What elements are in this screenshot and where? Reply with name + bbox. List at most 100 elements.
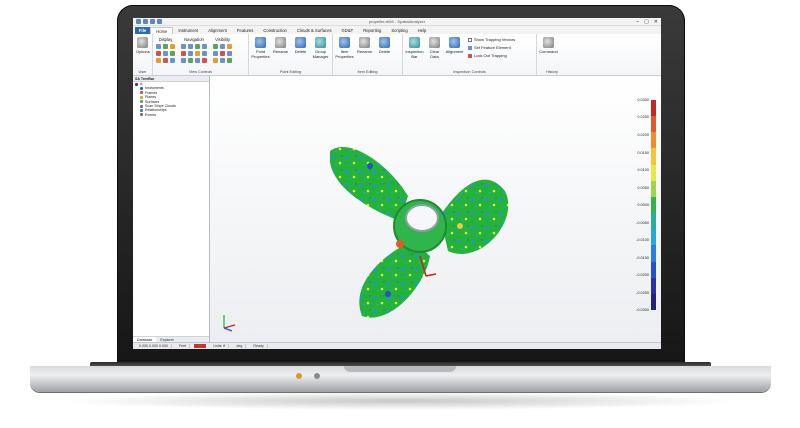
- options-button[interactable]: Options: [136, 37, 150, 55]
- visibility-tool-icon[interactable]: [213, 58, 218, 63]
- navigation-tool-icon[interactable]: [188, 58, 193, 63]
- minimize-icon[interactable]: –: [636, 19, 639, 25]
- color-scale-swatch: [651, 180, 656, 197]
- tab-alignment[interactable]: Alignment: [203, 27, 232, 34]
- visibility-tool-icon[interactable]: [213, 44, 218, 49]
- display-tool-icon[interactable]: [156, 44, 161, 49]
- tab-instrument[interactable]: Instrument: [173, 27, 203, 34]
- visibility-tool-icon[interactable]: [227, 44, 232, 49]
- item-delete-button[interactable]: Delete: [376, 37, 393, 55]
- lock-out-trapping-button[interactable]: Lock Out Trapping: [468, 53, 515, 58]
- navigation-tool-icon[interactable]: [188, 44, 193, 49]
- title-bar: propeller.xit64 - SpatialAnalyzer – ▢ ✕: [133, 18, 661, 26]
- navigation-tool-icon[interactable]: [181, 44, 186, 49]
- point-delete-button[interactable]: Delete: [292, 37, 309, 55]
- alignment-button[interactable]: Alignment: [446, 37, 463, 55]
- color-scale-label: -0.0100: [636, 237, 649, 242]
- tab-clouds-surfaces[interactable]: Clouds & Surfaces: [292, 27, 337, 34]
- tab-home[interactable]: Home: [150, 27, 174, 34]
- status-warning-indicator: [194, 344, 207, 348]
- group-label-history: History: [546, 70, 558, 74]
- tab-scripting[interactable]: Scripting: [386, 27, 412, 34]
- tree-item-icon: [140, 87, 143, 91]
- propeller-deviation-map: [330, 147, 509, 318]
- item-rename-label: Rename: [356, 49, 373, 54]
- tree-item-icon: [140, 100, 143, 104]
- set-feature-element-button[interactable]: Set Feature Element: [468, 45, 515, 50]
- navigation-tool-icon[interactable]: [202, 51, 207, 56]
- tab-help[interactable]: Help: [413, 27, 432, 34]
- tree-item-icon: [140, 109, 143, 113]
- navigation-tools: Navigation: [181, 37, 207, 63]
- show-trapping-vectors-checkbox[interactable]: Show Trapping Vectors: [468, 37, 515, 42]
- point-properties-button[interactable]: Point Properties: [251, 37, 270, 59]
- status-units: Feet: [176, 344, 191, 348]
- tab-construction[interactable]: Construction: [258, 27, 292, 34]
- display-tool-icon[interactable]: [170, 44, 175, 49]
- maximize-icon[interactable]: ▢: [644, 19, 649, 25]
- navigation-tool-icon[interactable]: [195, 44, 200, 49]
- alignment-label: Alignment: [445, 49, 464, 54]
- checkbox-icon: [468, 37, 472, 42]
- ribbon: Options User Display Navigation Visibili…: [133, 34, 661, 76]
- display-tool-icon[interactable]: [156, 58, 161, 63]
- navigation-tool-icon[interactable]: [202, 44, 207, 49]
- alignment-icon: [449, 37, 460, 48]
- tree-item[interactable]: Events: [133, 113, 209, 117]
- navigation-tool-icon[interactable]: [195, 51, 200, 56]
- navigation-tool-icon[interactable]: [181, 58, 186, 63]
- display-tool-icon[interactable]: [163, 58, 168, 63]
- display-tool-icon[interactable]: [163, 51, 168, 56]
- group-point-editing: Point Properties Rename Delete Group Man…: [249, 34, 333, 75]
- navigation-tool-icon[interactable]: [188, 51, 193, 56]
- color-scale-swatch: [651, 132, 656, 149]
- visibility-tool-icon[interactable]: [220, 44, 225, 49]
- color-scale-label: 0.0000: [637, 203, 649, 207]
- navigation-tool-icon[interactable]: [181, 51, 186, 56]
- color-scale-label: -0.0050: [636, 220, 649, 225]
- tab-features[interactable]: Features: [232, 27, 259, 34]
- ribbon-tabs: File Home Instrument Alignment Features …: [133, 26, 661, 34]
- visibility-label: Visibility: [214, 37, 231, 42]
- display-tool-icon[interactable]: [156, 51, 161, 56]
- inspection-bar-button[interactable]: Inspection Bar: [405, 37, 424, 59]
- visibility-tool-icon[interactable]: [213, 51, 218, 56]
- power-led: [296, 373, 302, 379]
- command-button[interactable]: Command: [539, 37, 558, 55]
- item-rename-button[interactable]: Rename: [356, 37, 373, 55]
- display-tool-icon[interactable]: [170, 58, 175, 63]
- close-icon[interactable]: ✕: [654, 19, 658, 25]
- tab-reporting[interactable]: Reporting: [358, 27, 386, 34]
- tree-bar: SA TreeBar A Instruments Frames Planes Surfa…: [133, 76, 210, 342]
- group-manager-button[interactable]: Group Manager: [312, 37, 329, 59]
- tree-items: A Instruments Frames Planes Surfaces Scan Str…: [133, 82, 209, 117]
- inspection-bar-label: Inspection Bar: [405, 49, 424, 59]
- item-delete-label: Delete: [378, 49, 391, 54]
- window-title: propeller.xit64 - SpatialAnalyzer: [368, 19, 426, 24]
- visibility-tool-icon[interactable]: [220, 58, 225, 63]
- color-scale-swatch: [651, 277, 656, 294]
- tree-item-label: A: [140, 82, 143, 86]
- visibility-tool-icon[interactable]: [220, 51, 225, 56]
- display-tools: Display: [156, 37, 175, 63]
- navigation-tool-icon[interactable]: [202, 58, 207, 63]
- visibility-tool-icon[interactable]: [227, 51, 232, 56]
- tab-gdt[interactable]: GD&T: [337, 27, 359, 34]
- display-tool-icon[interactable]: [170, 51, 175, 56]
- point-rename-button[interactable]: Rename: [272, 37, 289, 55]
- delete-icon: [295, 37, 306, 48]
- item-properties-button[interactable]: Item Properties: [335, 37, 354, 59]
- 3d-viewport[interactable]: 0.0300 0.0250 0.0200 0.0150 0.0100 0.0050 0.00…: [210, 76, 661, 342]
- tab-file[interactable]: File: [135, 27, 151, 34]
- display-tool-icon[interactable]: [163, 44, 168, 49]
- clear-data-label: Clear Data: [429, 49, 440, 59]
- visibility-tool-icon[interactable]: [227, 58, 232, 63]
- clear-data-button[interactable]: Clear Data: [426, 37, 443, 59]
- set-feature-element-icon: [468, 45, 472, 50]
- color-scale-labels: 0.0300 0.0250 0.0200 0.0150 0.0100 0.0050 0.00…: [632, 98, 651, 312]
- deviation-color-scale: 0.0300 0.0250 0.0200 0.0150 0.0100 0.0050 0.00…: [632, 98, 657, 312]
- command-label: Command: [539, 49, 558, 54]
- navigation-tool-icon[interactable]: [195, 58, 200, 63]
- color-scale-label: -0.0200: [636, 273, 649, 277]
- color-scale-label: -0.0150: [636, 255, 649, 260]
